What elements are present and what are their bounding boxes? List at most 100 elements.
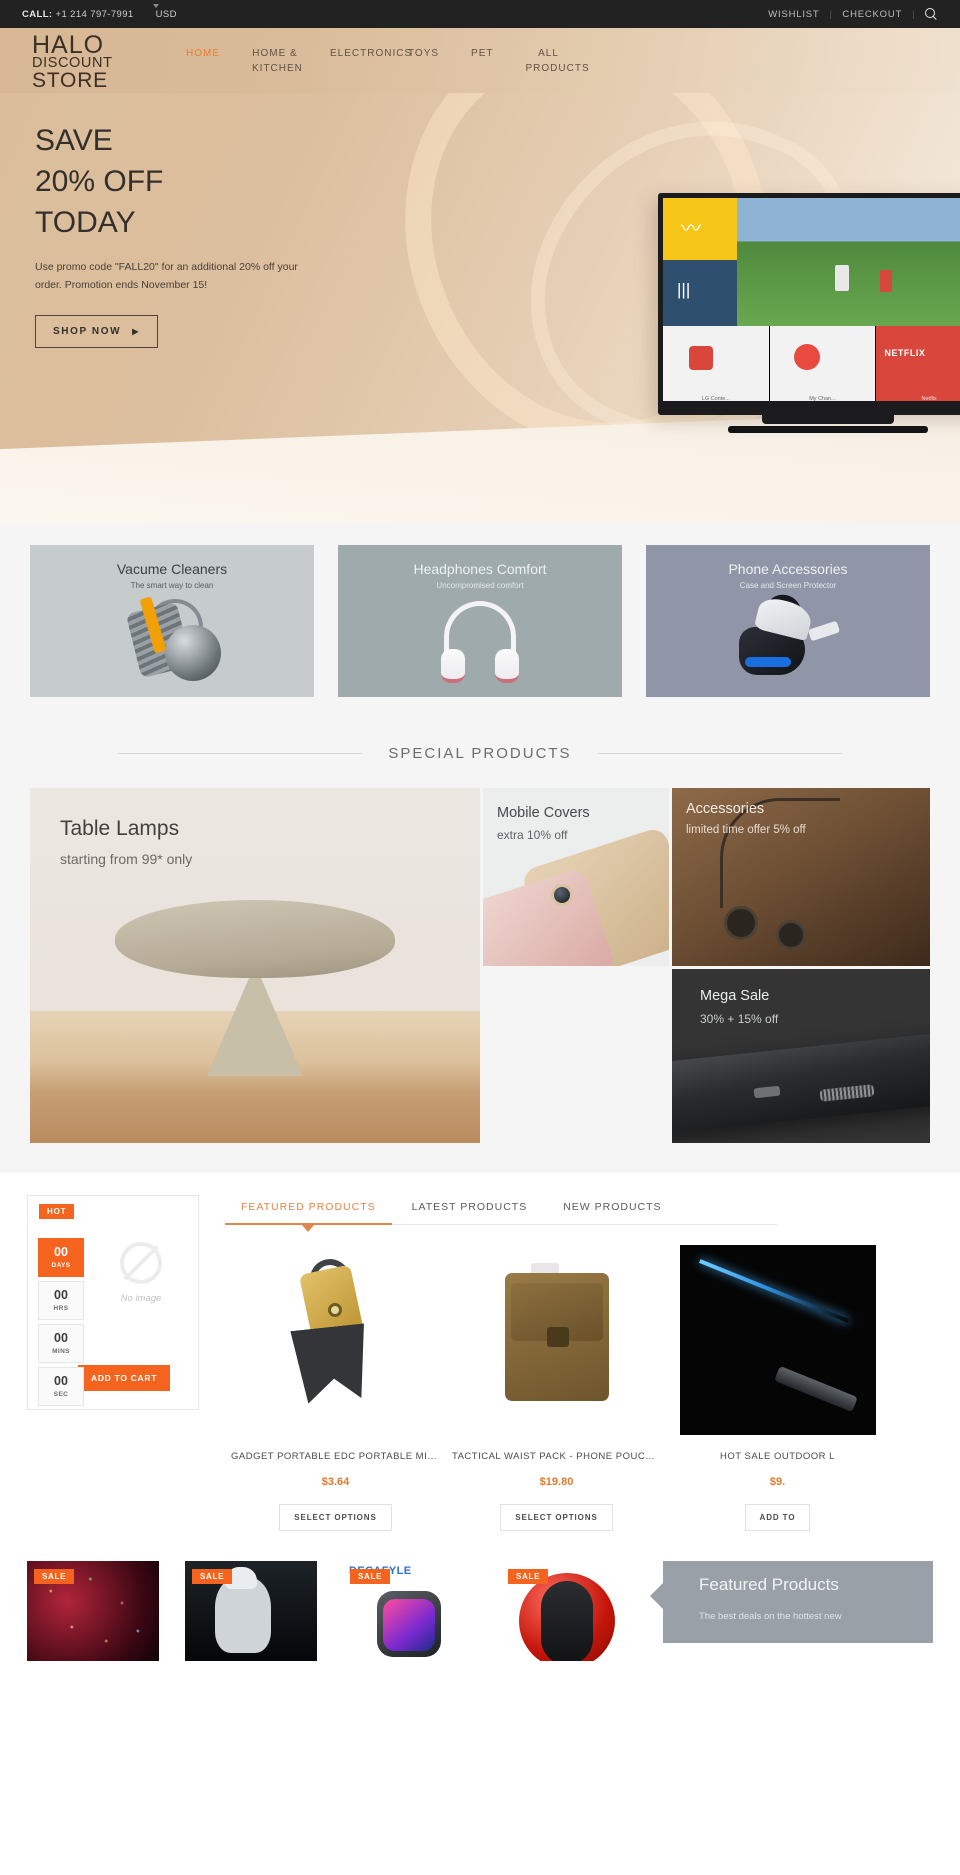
hero-copy: SAVE 20% OFF TODAY Use promo code "FALL2… xyxy=(35,121,435,349)
product-card[interactable]: GADGET PORTABLE EDC PORTABLE MINI U… $3.… xyxy=(225,1245,446,1531)
tv-tile-sports xyxy=(737,198,960,326)
select-options-button[interactable]: SELECT OPTIONS xyxy=(279,1504,392,1531)
site-header: HALO DISCOUNT STORE HOME HOME & KITCHEN … xyxy=(0,28,960,93)
category-subtitle: The smart way to clean xyxy=(130,581,214,590)
sale-badge: SALE xyxy=(34,1569,75,1584)
headphone-earcup-left xyxy=(441,649,465,683)
laser-beam xyxy=(698,1259,849,1323)
sale-card-red-device[interactable]: SALE xyxy=(501,1561,633,1661)
featured-products-panel[interactable]: Featured Products The best deals on the … xyxy=(650,1561,933,1643)
tv-tile-yellow xyxy=(663,198,737,260)
category-card-phone-accessories[interactable]: Phone Accessories Case and Screen Protec… xyxy=(646,545,930,697)
promo-subtitle: starting from 99* only xyxy=(60,851,193,868)
product-image-laser xyxy=(667,1245,888,1435)
logo-line-3: STORE xyxy=(32,68,108,92)
no-image-text: No image xyxy=(120,1293,162,1304)
sale-card-smartwatch[interactable]: DECAFYLE SALE xyxy=(343,1561,475,1661)
promo-tile-mobile-covers[interactable]: Mobile Covers extra 10% off xyxy=(483,788,669,1143)
category-title: Vacume Cleaners xyxy=(116,561,228,577)
phone-number[interactable]: +1 214 797-7991 xyxy=(56,9,134,20)
hot-badge: HOT xyxy=(39,1204,75,1219)
heading-rule-left xyxy=(118,753,363,754)
mega-sale-phone-image xyxy=(672,1031,930,1139)
product-name: TACTICAL WAIST PACK - PHONE POUCH BE… xyxy=(452,1451,667,1462)
promo-title: Mega Sale xyxy=(700,988,770,1004)
product-name: GADGET PORTABLE EDC PORTABLE MINI U… xyxy=(231,1451,446,1462)
product-card[interactable]: HOT SALE OUTDOOR L $9. ADD TO xyxy=(667,1245,888,1531)
add-to-cart-button[interactable]: ADD TO CART xyxy=(78,1365,171,1391)
countdown-minutes: 00 MINS xyxy=(38,1324,84,1363)
add-to-cart-button[interactable]: ADD TO xyxy=(744,1504,811,1531)
select-options-button[interactable]: SELECT OPTIONS xyxy=(500,1504,613,1531)
sale-card-cyclist[interactable]: SALE xyxy=(185,1561,317,1661)
tv-screen: LG Conte... My Chan... Netflix xyxy=(663,198,960,401)
tab-latest-products[interactable]: LATEST PRODUCTS xyxy=(396,1195,544,1224)
deal-of-the-day-widget: HOT 00 DAYS 00 HRS 00 MINS 00 SEC No ima… xyxy=(27,1195,199,1410)
search-icon[interactable] xyxy=(925,7,938,21)
hero-headline-1: SAVE xyxy=(35,124,113,157)
laser-body xyxy=(773,1365,858,1413)
tv-app-tile: LG Conte... xyxy=(663,326,770,401)
pack-buckle xyxy=(546,1327,569,1347)
main-navigation: HOME HOME & KITCHEN ELECTRONICS TOYS PET… xyxy=(170,34,589,76)
device-inner-body xyxy=(541,1581,593,1661)
vr-blue-light xyxy=(745,657,791,667)
featured-panel-title: Featured Products xyxy=(699,1575,839,1594)
category-title: Headphones Comfort xyxy=(413,561,547,577)
tv-stand xyxy=(762,415,894,424)
currency-selector[interactable]: USD xyxy=(152,3,177,20)
phone-camera-lens-icon xyxy=(551,884,573,906)
product-price: $19.80 xyxy=(539,1476,574,1488)
nav-item-electronics[interactable]: ELECTRONICS xyxy=(314,46,411,76)
tab-new-products[interactable]: NEW PRODUCTS xyxy=(547,1195,677,1224)
link-separator: | xyxy=(912,8,915,20)
countdown-timer: 00 DAYS 00 HRS 00 MINS 00 SEC xyxy=(38,1238,84,1410)
special-products-grid: Table Lamps starting from 99* only Mobil… xyxy=(30,788,930,1143)
countdown-hours: 00 HRS xyxy=(38,1281,84,1320)
sale-badge: SALE xyxy=(192,1569,233,1584)
tab-featured-products[interactable]: FEATURED PRODUCTS xyxy=(225,1195,392,1225)
tv-app-tile-netflix: Netflix xyxy=(876,326,960,401)
vacuum-ball xyxy=(165,625,221,681)
vr-headset-image xyxy=(646,590,930,691)
product-image-waist-pack xyxy=(446,1245,667,1435)
section-title: SPECIAL PRODUCTS xyxy=(388,745,572,762)
category-card-vacuum-cleaners[interactable]: Vacume Cleaners The smart way to clean xyxy=(30,545,314,697)
site-logo[interactable]: HALO DISCOUNT STORE xyxy=(32,32,142,92)
product-card[interactable]: TACTICAL WAIST PACK - PHONE POUCH BE… $1… xyxy=(446,1245,667,1531)
nav-item-pet[interactable]: PET xyxy=(455,46,509,76)
sale-card-lights[interactable]: SALE xyxy=(27,1561,159,1661)
nav-item-all-products[interactable]: ALL PRODUCTS xyxy=(510,46,589,76)
category-cards-section: Vacume Cleaners The smart way to clean H… xyxy=(0,523,960,731)
heading-rule-right xyxy=(597,753,842,754)
promo-tile-table-lamps[interactable]: Table Lamps starting from 99* only xyxy=(30,788,480,1143)
shop-now-button[interactable]: SHOP NOW ▶ xyxy=(35,315,158,349)
promo-right-column: Accessories limited time offer 5% off Me… xyxy=(672,788,930,1143)
promo-subtitle: limited time offer 5% off xyxy=(686,824,806,837)
tv-app-tile: My Chan... xyxy=(769,326,877,401)
promo-tile-accessories[interactable]: Accessories limited time offer 5% off xyxy=(672,788,930,966)
nav-item-home[interactable]: HOME xyxy=(170,46,236,76)
category-card-headphones[interactable]: Headphones Comfort Uncompromised comfort xyxy=(338,545,622,697)
product-price: $3.64 xyxy=(321,1476,350,1488)
promo-title: Table Lamps xyxy=(60,817,180,840)
nav-item-home-kitchen[interactable]: HOME & KITCHEN xyxy=(236,46,314,76)
countdown-unit: SEC xyxy=(53,1390,69,1398)
promo-tile-copy: Mobile Covers extra 10% off xyxy=(497,804,590,844)
special-products-section: Table Lamps starting from 99* only Mobil… xyxy=(0,788,960,1173)
wishlist-link[interactable]: WISHLIST xyxy=(768,9,819,20)
countdown-value: 00 xyxy=(54,1374,68,1389)
product-list: GADGET PORTABLE EDC PORTABLE MINI U… $3.… xyxy=(225,1245,960,1531)
link-separator: | xyxy=(829,8,833,20)
nav-item-toys[interactable]: TOYS xyxy=(392,46,455,76)
multitool-black-jaws xyxy=(290,1323,371,1404)
tv-app-row: LG Conte... My Chan... Netflix xyxy=(663,326,960,401)
hero-headline-2: 20% OFF xyxy=(35,164,164,198)
hero-headline-3: TODAY xyxy=(35,205,136,239)
checkout-link[interactable]: CHECKOUT xyxy=(842,9,902,20)
countdown-value: 00 xyxy=(54,1331,68,1346)
countdown-days: 00 DAYS xyxy=(38,1238,84,1277)
promo-title: Accessories xyxy=(686,801,765,817)
promo-tile-copy: Mega Sale 30% + 15% off xyxy=(700,987,778,1028)
promo-tile-mega-sale[interactable]: Mega Sale 30% + 15% off xyxy=(672,969,930,1143)
